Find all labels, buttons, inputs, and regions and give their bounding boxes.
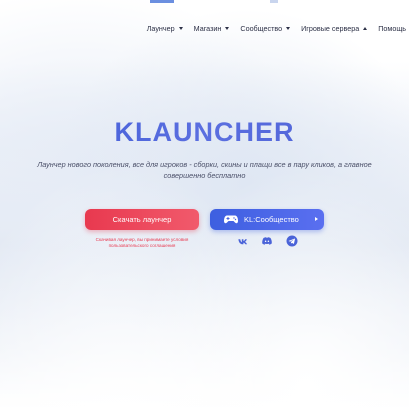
nav-item-label: Лаунчер bbox=[146, 23, 175, 33]
nav-item-label: Помощь bbox=[378, 23, 406, 33]
top-accent-bar-secondary bbox=[270, 0, 278, 3]
discord-icon[interactable] bbox=[261, 235, 273, 247]
community-button[interactable]: KL:Сообщество bbox=[210, 209, 324, 230]
chevron-down-icon bbox=[225, 26, 230, 30]
download-launcher-label: Скачать лаунчер bbox=[112, 215, 172, 224]
vk-icon[interactable] bbox=[236, 235, 248, 247]
chevron-down-icon bbox=[286, 26, 291, 30]
nav-item-label: Сообщество bbox=[240, 23, 283, 33]
nav-item-launcher[interactable]: Лаунчер bbox=[147, 24, 183, 33]
chevron-up-icon bbox=[363, 26, 368, 30]
community-label: KL:Сообщество bbox=[244, 215, 299, 224]
top-accent-bar bbox=[150, 0, 174, 3]
nav-item-shop[interactable]: Магазин bbox=[194, 24, 230, 33]
telegram-icon[interactable] bbox=[286, 235, 298, 247]
social-links bbox=[236, 235, 298, 247]
hero-subtitle: Лаунчер нового поколения, все для игроко… bbox=[37, 160, 372, 180]
gamepad-icon bbox=[224, 215, 238, 224]
nav-item-game-servers[interactable]: Игровые сервера bbox=[301, 23, 368, 33]
terms-notice: Скачивая лаунчер, вы принимаете условия … bbox=[95, 237, 189, 248]
chevron-right-icon bbox=[315, 217, 318, 221]
download-launcher-button[interactable]: Скачать лаунчер bbox=[85, 209, 199, 230]
nav-item-help[interactable]: Помощь bbox=[378, 24, 406, 33]
hero-title: KLAUNCHER bbox=[0, 117, 409, 148]
top-nav: Лаунчер Магазин Сообщество Игровые серве… bbox=[147, 18, 409, 38]
nav-item-label: Магазин bbox=[193, 23, 222, 33]
chevron-down-icon bbox=[178, 26, 183, 30]
nav-item-community[interactable]: Сообщество bbox=[240, 23, 291, 33]
nav-item-label: Игровые сервера bbox=[301, 23, 360, 33]
